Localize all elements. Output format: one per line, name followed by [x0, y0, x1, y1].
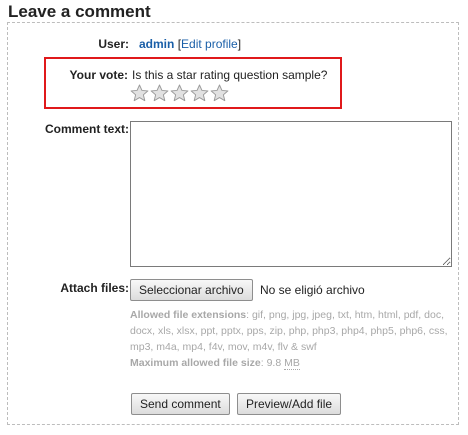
star-rating — [130, 84, 229, 102]
user-name-link[interactable]: admin — [139, 37, 174, 51]
vote-highlight-box: Your vote: Is this a star rating questio… — [44, 57, 342, 109]
comment-label: Comment text: — [44, 122, 129, 136]
max-size-label: Maximum allowed file size — [130, 357, 261, 369]
comment-textarea[interactable] — [130, 121, 452, 267]
edit-close-bracket: ] — [237, 37, 242, 51]
star-icon[interactable] — [190, 84, 209, 102]
star-icon[interactable] — [170, 84, 189, 102]
star-icon[interactable] — [150, 84, 169, 102]
choose-file-button[interactable]: Seleccionar archivo — [130, 279, 253, 301]
edit-profile-link[interactable]: Edit profile — [181, 37, 238, 51]
vote-question: Is this a star rating question sample? — [132, 68, 328, 82]
star-icon[interactable] — [130, 84, 149, 102]
file-status: No se eligió archivo — [260, 283, 365, 297]
star-icon[interactable] — [210, 84, 229, 102]
page-heading: Leave a comment — [8, 2, 151, 21]
extensions-label: Allowed file extensions — [130, 309, 247, 321]
send-comment-button[interactable]: Send comment — [131, 393, 230, 415]
user-label: User: — [98, 37, 129, 51]
attach-label: Attach files: — [60, 281, 129, 295]
file-info: Allowed file extensions: gif, png, jpg, … — [130, 309, 448, 370]
user-info: admin [Edit profile] — [139, 37, 241, 51]
preview-add-file-button[interactable]: Preview/Add file — [237, 393, 342, 415]
max-size-value: 9.8 — [266, 357, 282, 369]
max-size-unit: MB — [284, 357, 300, 370]
comment-form: User: admin [Edit profile] Your vote: Is… — [7, 22, 459, 425]
vote-label: Your vote: — [69, 68, 128, 82]
